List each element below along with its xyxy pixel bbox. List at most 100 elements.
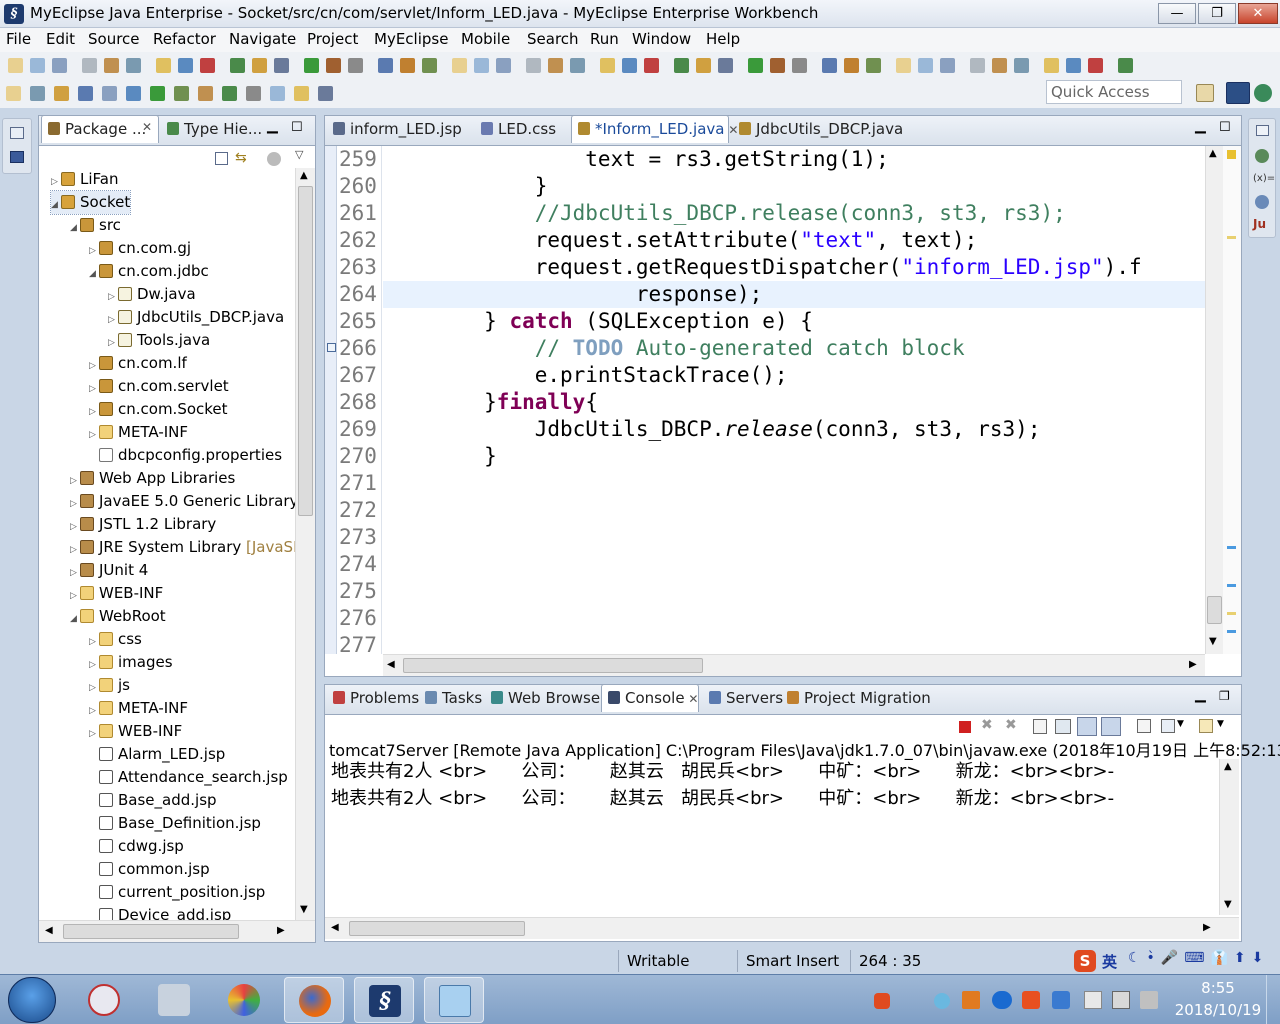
tree-item[interactable]: current_position.jsp	[89, 881, 265, 904]
menu-project[interactable]: Project	[307, 30, 358, 48]
view-menu-icon[interactable]: ▽	[295, 148, 303, 161]
warning-marker[interactable]	[1227, 150, 1236, 159]
clear-console-icon[interactable]	[1033, 719, 1047, 734]
editor-tab[interactable]: inform_LED.jsp	[327, 116, 471, 142]
toolbar-tool-icon[interactable]	[52, 58, 67, 73]
clock-date[interactable]: 2018/10/19	[1172, 1001, 1264, 1019]
toolbar-tool-icon[interactable]	[674, 58, 689, 73]
minimize-button[interactable]: —	[1158, 3, 1196, 24]
bottom-tab[interactable]: Web Browser	[485, 685, 606, 711]
sogou-tray-icon[interactable]	[874, 993, 890, 1009]
minimize-view-icon[interactable]: ▁	[267, 118, 278, 134]
minimized-view-icon[interactable]	[10, 151, 24, 163]
toolbar-tool-icon[interactable]	[970, 58, 985, 73]
explorer-vertical-scrollbar[interactable]: ▲ ▼	[295, 168, 315, 920]
menu-myeclipse[interactable]: MyEclipse	[374, 30, 448, 48]
scroll-thumb[interactable]	[403, 658, 703, 673]
toolbar-tool-icon[interactable]	[230, 58, 245, 73]
collapse-all-icon[interactable]	[215, 152, 228, 165]
debug-view-icon[interactable]	[1255, 149, 1269, 163]
restore-view-icon[interactable]	[10, 127, 24, 139]
ime-language-indicator[interactable]: 英	[1102, 951, 1117, 972]
restore-view-icon[interactable]	[1256, 125, 1269, 136]
scroll-right-icon[interactable]: ▶	[1203, 922, 1211, 933]
show-on-stderr-icon[interactable]	[1101, 717, 1121, 736]
explorer-horizontal-scrollbar[interactable]: ◀ ▶	[39, 920, 315, 942]
toolbar-tool-icon[interactable]	[400, 58, 415, 73]
filter-icon[interactable]	[267, 152, 281, 166]
toolbar-tool-icon[interactable]	[940, 58, 955, 73]
collapse-arrow-icon[interactable]: ◢	[70, 217, 80, 240]
console-vertical-scrollbar[interactable]: ▲ ▼	[1219, 759, 1239, 915]
task-marker-icon[interactable]	[327, 343, 336, 352]
tree-item[interactable]: Base_Definition.jsp	[89, 812, 261, 835]
tree-item[interactable]: ▷ WEB-INF	[89, 720, 182, 743]
toolbar-tool-icon[interactable]	[644, 58, 659, 73]
scroll-thumb[interactable]	[349, 921, 525, 936]
scroll-right-icon[interactable]: ▶	[277, 925, 285, 936]
tree-item[interactable]: ▷ JdbcUtils_DBCP.java	[108, 306, 284, 329]
toolbar-tool-icon[interactable]	[1066, 58, 1081, 73]
sogou-ime-icon[interactable]: S	[1074, 950, 1096, 972]
task-marker[interactable]	[1227, 546, 1236, 549]
taskbar-snipping-tool[interactable]	[74, 977, 134, 1023]
editor-horizontal-scrollbar[interactable]: ◀ ▶	[383, 654, 1205, 676]
tree-item[interactable]: ◢ Socket	[49, 190, 132, 215]
toolbar-tool-icon[interactable]	[696, 58, 711, 73]
tree-item[interactable]: cdwg.jsp	[89, 835, 184, 858]
maximize-view-icon[interactable]: ☐	[291, 120, 303, 135]
toolbar-nav-icon[interactable]	[150, 86, 165, 101]
java-tray-icon[interactable]	[962, 991, 980, 1009]
menu-source[interactable]: Source	[88, 30, 140, 48]
tree-item[interactable]: ▷ LiFan	[51, 168, 118, 191]
scroll-down-icon[interactable]: ▼	[300, 904, 308, 915]
bottom-tab[interactable]: Tasks	[419, 685, 482, 711]
toolbar-tool-icon[interactable]	[918, 58, 933, 73]
java-perspective-icon[interactable]	[1254, 84, 1272, 102]
menu-run[interactable]: Run	[590, 30, 619, 48]
menu-search[interactable]: Search	[527, 30, 579, 48]
scroll-left-icon[interactable]: ◀	[45, 925, 53, 936]
occurrence-marker[interactable]	[1227, 612, 1236, 615]
toolbar-tool-icon[interactable]	[326, 58, 341, 73]
tree-item[interactable]: ◢ WebRoot	[70, 605, 166, 628]
scroll-left-icon[interactable]: ◀	[331, 922, 339, 933]
ime-toolbar-icons[interactable]: ☾•̀🎤⌨👔⬆⬇	[1128, 950, 1278, 972]
toolbar-tool-icon[interactable]	[1088, 58, 1103, 73]
remove-launch-icon[interactable]: ✖	[981, 717, 993, 733]
toolbar-tool-icon[interactable]	[770, 58, 785, 73]
taskbar-firefox[interactable]	[284, 977, 344, 1023]
toolbar-tool-icon[interactable]	[822, 58, 837, 73]
menu-edit[interactable]: Edit	[46, 30, 75, 48]
display-console-dropdown-icon[interactable]: ▼	[1177, 719, 1184, 729]
bottom-tab[interactable]: Project Migration	[781, 685, 931, 711]
maximize-editor-icon[interactable]: ☐	[1219, 120, 1231, 135]
tree-item[interactable]: ▷ Tools.java	[108, 329, 210, 352]
toolbar-tool-icon[interactable]	[526, 58, 541, 73]
toolbar-tool-icon[interactable]	[156, 58, 171, 73]
show-on-stdout-icon[interactable]	[1077, 717, 1097, 736]
toolbar-nav-icon[interactable]	[78, 86, 93, 101]
toolbar-nav-icon[interactable]	[294, 86, 309, 101]
restore-view-icon[interactable]: ❐	[1219, 689, 1230, 703]
taskbar-notepad[interactable]	[424, 977, 484, 1023]
app-tray-icon[interactable]	[1022, 991, 1040, 1009]
tree-item[interactable]: ▷ WEB-INF	[70, 582, 163, 605]
toolbar-tool-icon[interactable]	[348, 58, 363, 73]
toolbar-tool-icon[interactable]	[30, 58, 45, 73]
taskbar-myeclipse[interactable]: §	[354, 977, 414, 1023]
scroll-up-icon[interactable]: ▲	[1224, 761, 1232, 772]
terminate-icon[interactable]	[959, 721, 971, 733]
tree-item[interactable]: ▷ css	[89, 628, 142, 651]
toolbar-nav-icon[interactable]	[30, 86, 45, 101]
tree-item[interactable]: ▷ Web App Libraries	[70, 467, 235, 490]
open-console-icon[interactable]	[1199, 719, 1213, 733]
toolbar-tool-icon[interactable]	[304, 58, 319, 73]
toolbar-tool-icon[interactable]	[792, 58, 807, 73]
open-console-dropdown-icon[interactable]: ▼	[1217, 719, 1224, 729]
tray-network-icon[interactable]	[934, 993, 950, 1009]
tree-item[interactable]: ◢ cn.com.jdbc	[89, 260, 209, 283]
menu-refactor[interactable]: Refactor	[153, 30, 216, 48]
tab-type-hierarchy[interactable]: Type Hie...	[161, 116, 279, 142]
toolbar-tool-icon[interactable]	[600, 58, 615, 73]
